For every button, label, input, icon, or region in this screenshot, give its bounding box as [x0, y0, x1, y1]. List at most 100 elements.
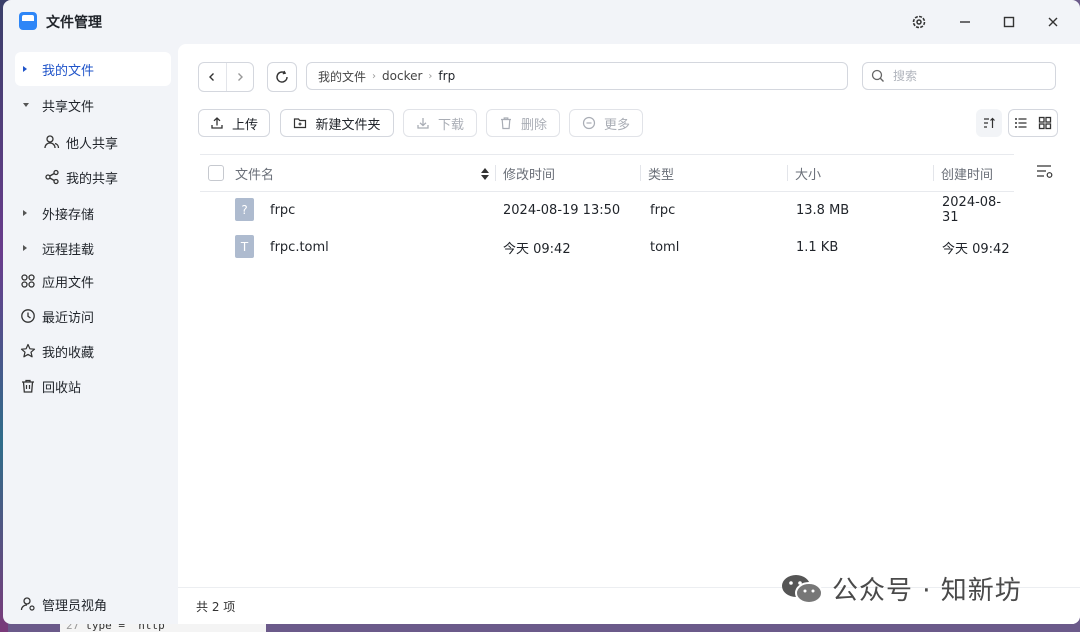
share-icon [45, 169, 59, 185]
sort-icon [984, 117, 995, 128]
admin-view-toggle[interactable]: 管理员视角 [15, 588, 175, 620]
users-icon [44, 135, 60, 149]
close-icon [1048, 17, 1058, 27]
chevron-right-icon [23, 66, 27, 72]
file-size: 13.8 MB [796, 202, 850, 218]
file-type: toml [650, 239, 680, 255]
delete-button[interactable]: 删除 [486, 109, 560, 137]
new-folder-button[interactable]: 新建文件夹 [280, 109, 394, 137]
admin-user-icon [20, 597, 35, 611]
sidebar-item-shared-with-me[interactable]: 他人共享 [15, 125, 171, 159]
table-header: 文件名 修改时间 类型 大小 创建时间 [200, 154, 1014, 192]
chevron-right-icon [23, 210, 27, 216]
select-all-checkbox[interactable] [208, 165, 224, 181]
minimize-icon [960, 21, 970, 23]
chevron-down-icon [23, 103, 29, 107]
breadcrumb-item-frp[interactable]: frp [438, 69, 455, 83]
file-created: 今天 09:42 [942, 241, 1010, 257]
list-view-icon [1015, 118, 1027, 128]
settings-button[interactable] [907, 10, 931, 34]
gear-icon [912, 15, 926, 29]
trash-icon [500, 117, 511, 130]
grid-view-icon [1038, 116, 1052, 130]
breadcrumb-separator-icon: › [372, 70, 377, 82]
new-folder-icon [294, 118, 307, 129]
file-modified: 今天 09:42 [503, 241, 571, 257]
window-title: 文件管理 [46, 15, 102, 31]
wechat-icon [782, 574, 823, 604]
clock-icon [21, 309, 35, 323]
forward-button[interactable] [227, 63, 254, 91]
column-header-size[interactable]: 大小 [795, 155, 821, 191]
title-bar: 文件管理 [3, 0, 1080, 44]
close-button[interactable] [1041, 10, 1065, 34]
sidebar-item-app-files[interactable]: 应用文件 [15, 264, 171, 298]
table-row[interactable]: T frpc.toml 今天 09:42 toml 1.1 KB 今天 09:4… [200, 229, 1014, 265]
column-header-type[interactable]: 类型 [648, 155, 674, 191]
breadcrumb-separator-icon: › [428, 70, 433, 82]
refresh-button[interactable] [267, 62, 297, 92]
maximize-button[interactable] [997, 10, 1021, 34]
breadcrumb-item-my-files[interactable]: 我的文件 [318, 68, 366, 85]
more-button[interactable]: 更多 [569, 109, 643, 137]
sidebar-item-shared-files[interactable]: 共享文件 [15, 88, 171, 122]
item-count: 共 2 项 [196, 599, 236, 614]
upload-button[interactable]: 上传 [198, 109, 270, 137]
unknown-file-icon: ? [235, 198, 254, 221]
sidebar-item-my-files[interactable]: 我的文件 [15, 52, 171, 86]
search-box[interactable] [862, 62, 1056, 90]
watermark: 公众号 · 知新坊 [780, 570, 1022, 607]
search-input[interactable] [891, 68, 1045, 84]
sort-button[interactable] [976, 109, 1002, 137]
column-divider [933, 165, 934, 181]
file-modified: 2024-08-19 13:50 [503, 202, 621, 218]
breadcrumb: 我的文件 › docker › frp [306, 62, 848, 90]
maximize-icon [1003, 16, 1015, 28]
column-divider [495, 165, 496, 181]
file-size: 1.1 KB [796, 239, 839, 255]
sort-arrows-icon[interactable] [480, 167, 490, 181]
back-button[interactable] [199, 63, 227, 91]
file-manager-window: 文件管理 我的文件 共享文件 他人共享 我的共享 外接存储 远程挂载 应用文件 … [3, 0, 1080, 624]
sidebar: 我的文件 共享文件 他人共享 我的共享 外接存储 远程挂载 应用文件 最近访问 [3, 44, 178, 624]
star-icon [20, 343, 36, 358]
column-divider [640, 165, 641, 181]
column-header-created[interactable]: 创建时间 [941, 155, 993, 191]
history-navigation [198, 62, 254, 92]
sidebar-item-favorites[interactable]: 我的收藏 [15, 334, 171, 368]
column-settings-icon [1037, 165, 1053, 178]
sidebar-item-external-storage[interactable]: 外接存储 [15, 196, 171, 230]
sidebar-item-recent[interactable]: 最近访问 [15, 299, 171, 333]
main-panel: 我的文件 › docker › frp 上传 新建文件夹 下载 删除 更 [178, 44, 1080, 624]
chevron-left-icon [209, 73, 215, 81]
chevron-right-icon [237, 73, 243, 81]
chevron-right-icon [23, 245, 27, 251]
text-file-icon: T [235, 235, 254, 258]
table-row[interactable]: ? frpc 2024-08-19 13:50 frpc 13.8 MB 202… [200, 192, 1014, 228]
file-name: frpc.toml [270, 239, 329, 255]
sidebar-item-recycle-bin[interactable]: 回收站 [15, 369, 171, 403]
sidebar-item-remote-mount[interactable]: 远程挂载 [15, 231, 171, 265]
column-header-modified[interactable]: 修改时间 [503, 155, 555, 191]
column-divider [787, 165, 788, 181]
file-name: frpc [270, 202, 296, 218]
column-header-name[interactable]: 文件名 [235, 155, 274, 191]
view-mode-switch [1008, 109, 1058, 137]
column-settings-button[interactable] [1036, 164, 1054, 184]
list-view-button[interactable] [1009, 110, 1033, 136]
more-icon [582, 116, 596, 130]
file-created: 2024-08-31 [942, 195, 1002, 225]
breadcrumb-item-docker[interactable]: docker [382, 69, 422, 83]
download-icon [417, 118, 429, 129]
apps-icon [21, 274, 35, 288]
minimize-button[interactable] [953, 10, 977, 34]
refresh-icon [276, 70, 288, 83]
grid-view-button[interactable] [1033, 110, 1057, 136]
app-icon [19, 12, 37, 30]
file-type: frpc [650, 202, 676, 218]
download-button[interactable]: 下载 [403, 109, 477, 137]
upload-icon [211, 117, 223, 129]
trash-icon [22, 379, 34, 393]
sidebar-item-my-shares[interactable]: 我的共享 [15, 160, 171, 194]
search-icon [871, 69, 884, 82]
